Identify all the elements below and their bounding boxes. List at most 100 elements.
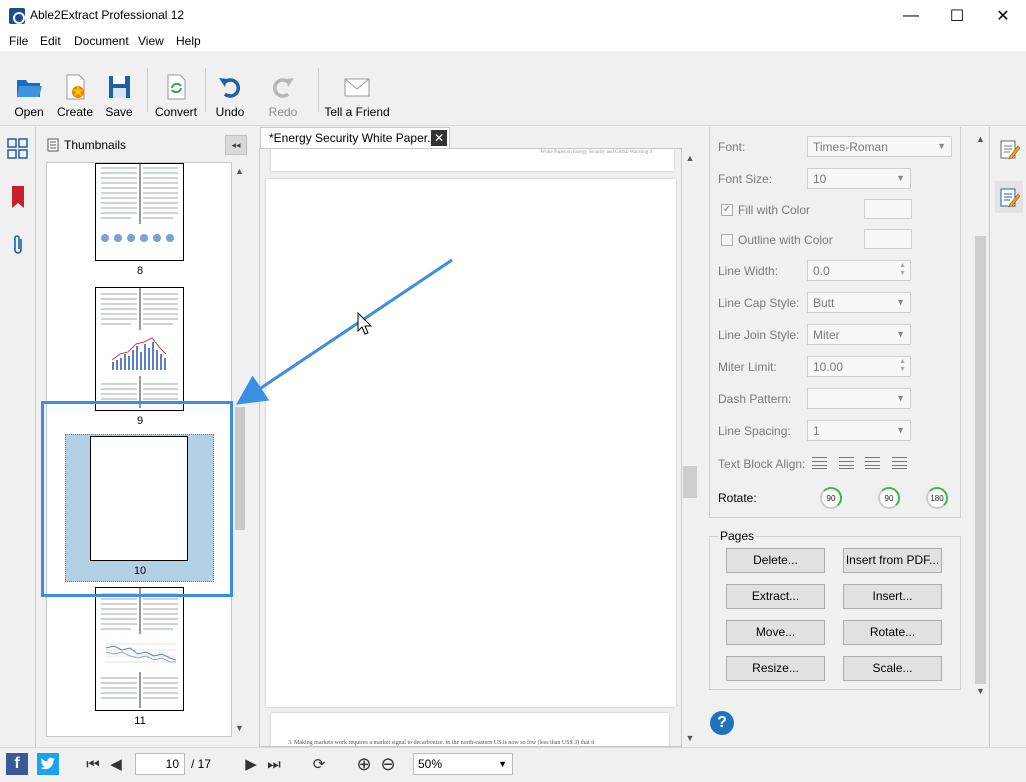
collapse-panel-button[interactable]: ◂◂ <box>225 135 247 155</box>
first-page-icon[interactable]: ⏮ <box>82 753 104 775</box>
miter-limit-label: Miter Limit: <box>718 360 777 374</box>
scroll-up-icon[interactable]: ▲ <box>233 166 246 176</box>
scroll-up-icon[interactable]: ▲ <box>683 153 697 163</box>
right-icon-rail <box>989 127 1026 747</box>
line-width-input[interactable]: 0.0 ▲ ▼ <box>807 260 911 281</box>
zoom-select[interactable]: 50% ▼ <box>413 753 513 775</box>
delete-page-button[interactable]: Delete... <box>726 548 825 573</box>
thumbnails-tab[interactable]: Thumbnails <box>47 136 177 154</box>
scroll-up-icon[interactable]: ▲ <box>974 134 987 144</box>
dash-pattern-select[interactable]: ▼ <box>807 388 911 409</box>
page-list-icon <box>47 138 59 152</box>
attachments-button[interactable] <box>4 229 32 261</box>
font-select[interactable]: Times-Roman ▼ <box>807 136 952 157</box>
convert-button[interactable]: Convert <box>151 73 201 119</box>
align-center-icon[interactable] <box>839 457 854 469</box>
line-spacing-label: Line Spacing: <box>718 424 791 438</box>
align-right-icon[interactable] <box>865 457 880 469</box>
outline-color-label: Outline with Color <box>738 233 833 247</box>
twitter-icon[interactable] <box>37 753 59 775</box>
scale-page-button[interactable]: Scale... <box>843 656 942 681</box>
document-scrollbar[interactable] <box>682 148 699 747</box>
line-join-select[interactable]: Miter ▼ <box>807 324 911 345</box>
last-page-icon[interactable]: ⏭ <box>263 753 285 775</box>
outline-color-checkbox[interactable] <box>721 234 733 246</box>
properties-scrollbar-thumb[interactable] <box>975 236 986 684</box>
undo-button[interactable]: Undo <box>205 73 255 119</box>
toolbar-separator <box>205 68 206 112</box>
line-cap-label: Line Cap Style: <box>718 296 800 310</box>
menu-help[interactable]: Help <box>176 34 201 48</box>
open-button[interactable]: Open <box>4 73 54 119</box>
resize-page-button[interactable]: Resize... <box>726 656 825 681</box>
close-tab-icon[interactable]: ✕ <box>431 130 447 146</box>
page-number-input[interactable] <box>135 753 185 775</box>
maximize-button[interactable]: ☐ <box>934 0 980 31</box>
new-document-icon <box>66 74 85 100</box>
help-icon[interactable]: ? <box>710 711 734 735</box>
line-spacing-select[interactable]: 1 ▼ <box>807 420 911 441</box>
rotate-page-button[interactable]: Rotate... <box>843 620 942 645</box>
bookmarks-button[interactable] <box>4 181 32 213</box>
minimize-button[interactable]: — <box>888 0 934 31</box>
thumbnail-scrollbar-thumb[interactable] <box>235 407 245 530</box>
edit-document-icon <box>1000 140 1020 160</box>
close-button[interactable]: ✕ <box>980 0 1026 31</box>
thumbnail-page-8[interactable] <box>95 163 184 261</box>
facebook-icon[interactable]: f <box>6 753 28 775</box>
thumbnail-page-number: 11 <box>134 715 146 727</box>
miter-limit-input[interactable]: 10.00 ▲ ▼ <box>807 356 911 377</box>
zoom-in-icon[interactable]: ⊕ <box>353 753 375 775</box>
font-size-label: Font Size: <box>718 172 773 186</box>
folder-open-icon <box>17 80 42 97</box>
align-left-icon[interactable] <box>812 457 827 469</box>
paperclip-icon <box>14 235 22 254</box>
thumbnail-page-9[interactable] <box>95 287 184 411</box>
fill-color-swatch[interactable] <box>864 199 912 219</box>
rotate-cw-button[interactable]: 90 <box>878 487 900 509</box>
document-tab[interactable]: *Energy Security White Paper.pdf ✕ <box>260 127 450 148</box>
form-properties-button[interactable] <box>995 181 1023 213</box>
thumbnails-view-button[interactable] <box>4 133 32 165</box>
page-preview <box>101 588 178 708</box>
edit-properties-button[interactable] <box>995 133 1023 165</box>
document-scrollbar-thumb[interactable] <box>683 466 697 498</box>
thumbnail-page-11[interactable] <box>95 587 184 711</box>
next-page-icon[interactable]: ▶ <box>240 753 262 775</box>
rotate-ccw-button[interactable]: 90 <box>820 487 842 509</box>
save-button[interactable]: Save <box>94 73 144 119</box>
menu-view[interactable]: View <box>138 34 164 48</box>
menu-file[interactable]: File <box>9 34 28 48</box>
page-preview <box>101 288 178 408</box>
fill-color-checkbox[interactable]: ✓ <box>721 204 733 216</box>
line-cap-select[interactable]: Butt ▼ <box>807 292 911 313</box>
tell-a-friend-button[interactable]: Tell a Friend <box>322 73 392 119</box>
redo-button[interactable]: Redo <box>258 73 308 119</box>
rotate-180-button[interactable]: 180 <box>926 487 948 509</box>
font-size-select[interactable]: 10 ▼ <box>807 168 911 189</box>
convert-document-icon <box>167 74 186 100</box>
previous-page-icon[interactable]: ◀ <box>105 753 127 775</box>
scroll-down-icon[interactable]: ▼ <box>233 723 246 733</box>
move-page-button[interactable]: Move... <box>726 620 825 645</box>
highlight-box <box>41 401 233 597</box>
zoom-out-icon[interactable]: ⊖ <box>377 753 399 775</box>
menu-edit[interactable]: Edit <box>40 34 61 48</box>
insert-page-button[interactable]: Insert... <box>843 584 942 609</box>
dash-pattern-label: Dash Pattern: <box>718 392 792 406</box>
scroll-down-icon[interactable]: ▼ <box>974 686 987 696</box>
document-view[interactable]: White Paper on Energy Security and Globa… <box>259 148 682 747</box>
create-button[interactable]: Create <box>50 73 100 119</box>
fill-color-label: Fill with Color <box>738 203 811 217</box>
undo-icon <box>219 78 241 98</box>
grid-icon <box>7 138 28 159</box>
menu-document[interactable]: Document <box>74 34 129 48</box>
document-page-9: White Paper on Energy Security and Globa… <box>271 149 674 171</box>
extract-page-button[interactable]: Extract... <box>726 584 825 609</box>
outline-color-swatch[interactable] <box>864 229 912 249</box>
align-justify-icon[interactable] <box>892 457 907 469</box>
line-width-label: Line Width: <box>718 264 779 278</box>
refresh-icon[interactable]: ⟳ <box>308 753 330 775</box>
insert-from-pdf-button[interactable]: Insert from PDF... <box>843 548 942 573</box>
scroll-down-icon[interactable]: ▼ <box>683 733 697 743</box>
